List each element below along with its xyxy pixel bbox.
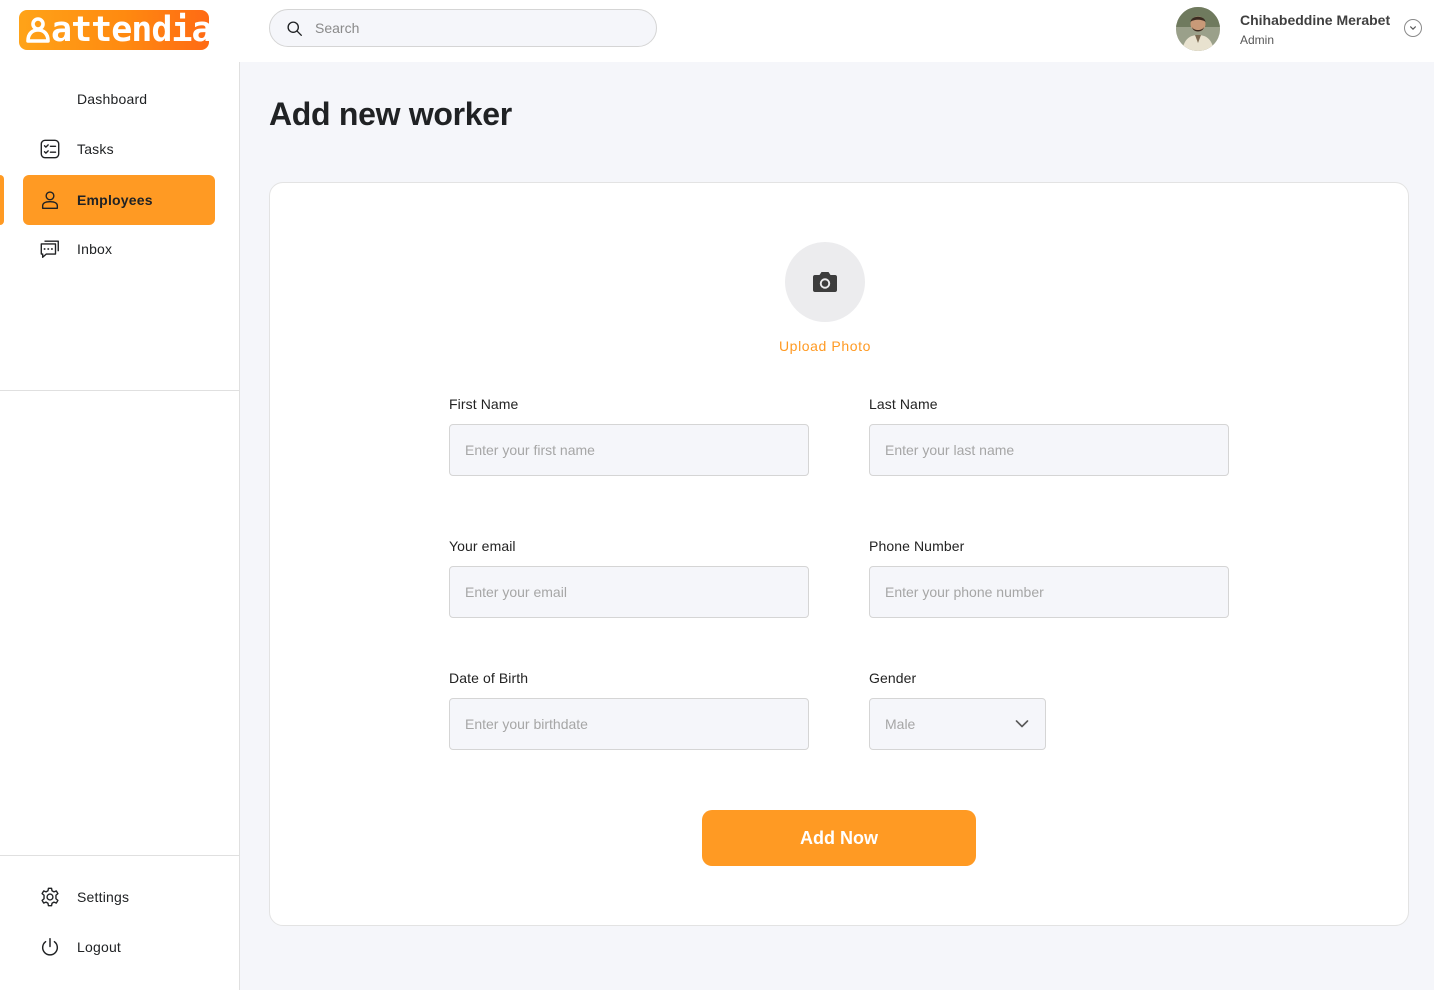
gender-selected-value: Male — [885, 716, 916, 732]
brand-name: attendia — [51, 10, 213, 50]
sidebar-item-dashboard[interactable]: Dashboard — [23, 74, 215, 124]
search-bar[interactable] — [269, 9, 657, 47]
gender-select[interactable]: Male — [869, 698, 1046, 750]
phone-label: Phone Number — [869, 538, 965, 554]
phone-input[interactable] — [869, 566, 1229, 618]
photo-upload-button[interactable] — [785, 242, 865, 322]
task-list-icon — [38, 137, 62, 161]
sidebar: Dashboard Tasks Employees Inbox Settings… — [0, 62, 240, 990]
sidebar-item-label: Logout — [77, 939, 122, 955]
sidebar-item-label: Settings — [77, 889, 130, 905]
avatar[interactable] — [1176, 7, 1220, 51]
sidebar-item-inbox[interactable]: Inbox — [23, 224, 215, 274]
sidebar-item-settings[interactable]: Settings — [23, 872, 215, 922]
email-input[interactable] — [449, 566, 809, 618]
add-worker-form: Upload Photo First Name Last Name Your e… — [269, 182, 1409, 926]
birthdate-input[interactable] — [449, 698, 809, 750]
dashboard-icon — [38, 87, 62, 111]
gear-icon — [38, 885, 62, 909]
top-bar: attendia Chihabeddine Merabet Admin — [0, 0, 1434, 62]
user-role: Admin — [1240, 33, 1275, 47]
main-content: Add new worker Upload Photo First Name L… — [240, 62, 1434, 990]
search-icon — [287, 20, 302, 36]
sidebar-item-employees[interactable]: Employees — [23, 175, 215, 225]
user-profile[interactable]: Chihabeddine Merabet Admin — [1176, 6, 1428, 52]
add-now-button[interactable]: Add Now — [702, 810, 976, 866]
page-title: Add new worker — [269, 96, 512, 132]
first-name-input[interactable] — [449, 424, 809, 476]
camera-icon — [813, 272, 837, 292]
first-name-label: First Name — [449, 396, 519, 412]
upload-photo-link[interactable]: Upload Photo — [725, 338, 925, 354]
chevron-down-icon — [1410, 26, 1416, 30]
active-indicator — [0, 175, 4, 225]
sidebar-item-label: Tasks — [77, 141, 114, 157]
sidebar-item-label: Dashboard — [77, 91, 148, 107]
brand-logo[interactable]: attendia — [19, 10, 213, 50]
chat-icon — [38, 237, 62, 261]
gender-label: Gender — [869, 670, 917, 686]
sidebar-item-label: Inbox — [77, 241, 113, 257]
power-icon — [38, 935, 62, 959]
sidebar-item-logout[interactable]: Logout — [23, 922, 215, 972]
user-name: Chihabeddine Merabet — [1240, 12, 1391, 28]
chevron-down-icon — [1015, 720, 1029, 728]
birthdate-label: Date of Birth — [449, 670, 529, 686]
search-input[interactable] — [315, 20, 635, 36]
email-label: Your email — [449, 538, 516, 554]
logo-person-icon — [26, 17, 50, 43]
sidebar-divider — [0, 855, 239, 856]
profile-menu-toggle[interactable] — [1404, 19, 1422, 37]
last-name-input[interactable] — [869, 424, 1229, 476]
sidebar-item-tasks[interactable]: Tasks — [23, 124, 215, 174]
user-icon — [38, 188, 62, 212]
last-name-label: Last Name — [869, 396, 938, 412]
sidebar-divider — [0, 390, 239, 391]
sidebar-item-label: Employees — [77, 192, 153, 208]
avatar-photo — [1176, 7, 1220, 51]
